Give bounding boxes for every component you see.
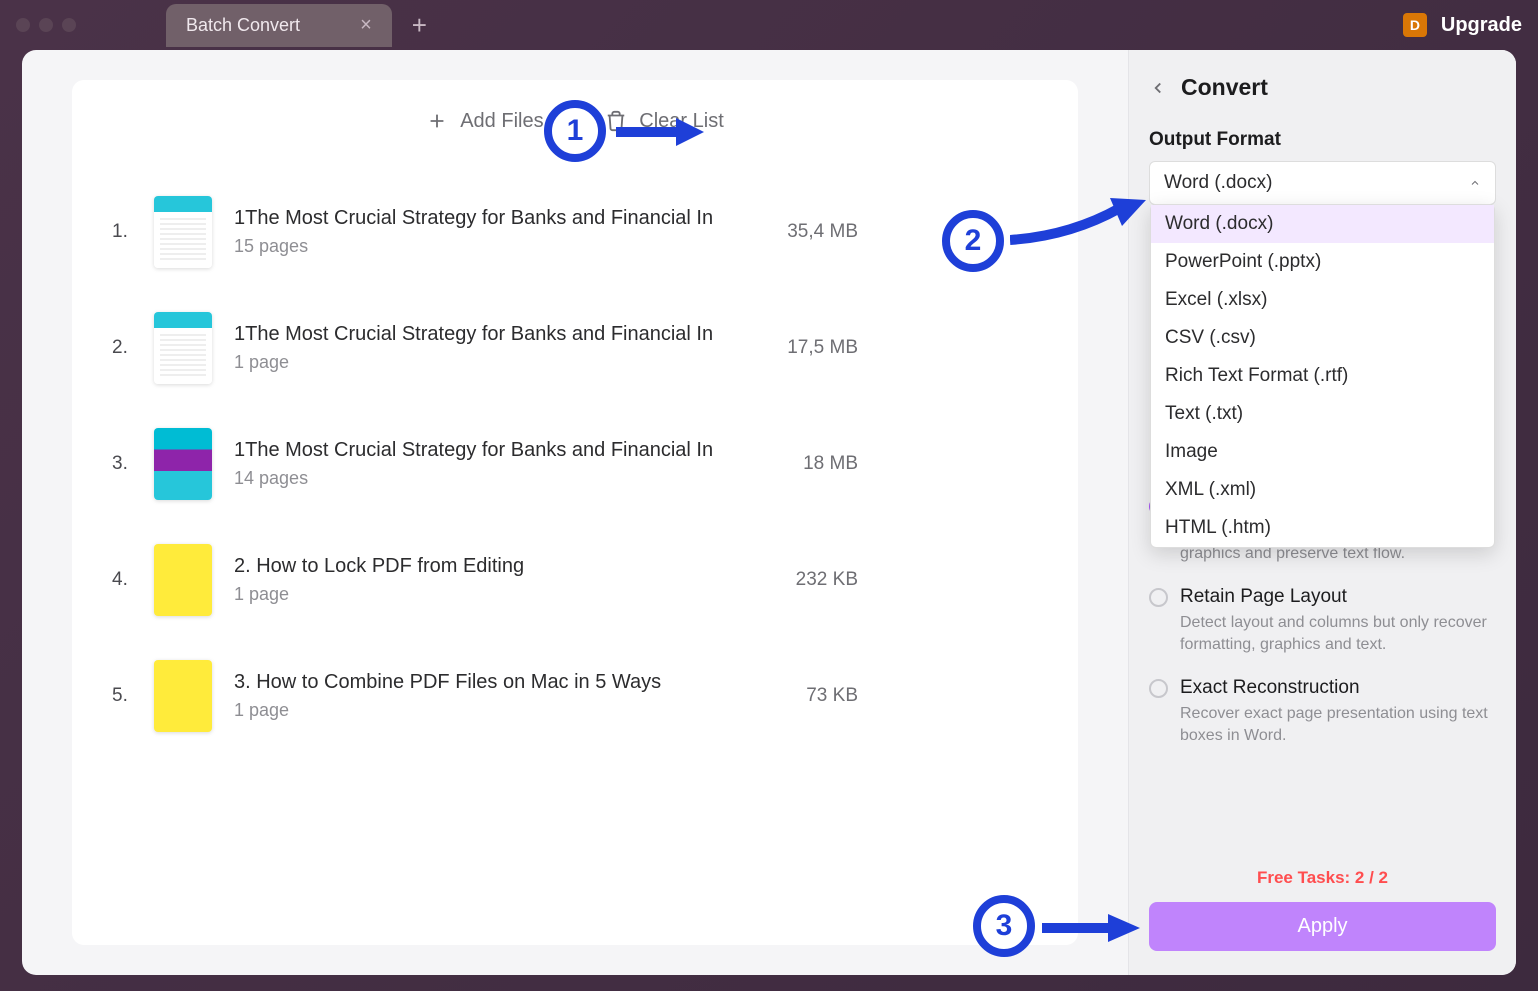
file-size: 18 MB	[803, 453, 858, 475]
file-row[interactable]: 3. 1The Most Crucial Strategy for Banks …	[112, 406, 1038, 522]
row-number: 1.	[112, 221, 132, 243]
file-pages: 15 pages	[234, 236, 765, 257]
format-option[interactable]: Text (.txt)	[1151, 395, 1494, 433]
minimize-window-icon[interactable]	[39, 18, 53, 32]
radio-description: Recover exact page presentation using te…	[1180, 703, 1496, 746]
apply-button[interactable]: Apply	[1149, 902, 1496, 951]
new-tab-button[interactable]: +	[412, 10, 427, 41]
file-row[interactable]: 5. 3. How to Combine PDF Files on Mac in…	[112, 638, 1038, 754]
file-size: 73 KB	[806, 685, 858, 707]
layout-radio-option[interactable]: Retain Page Layout Detect layout and col…	[1149, 586, 1496, 655]
annotation-3: 3	[973, 895, 1035, 957]
add-files-button[interactable]: Add Files	[426, 110, 543, 133]
close-window-icon[interactable]	[16, 18, 30, 32]
file-thumbnail	[154, 660, 212, 732]
row-number: 2.	[112, 337, 132, 359]
format-option[interactable]: Rich Text Format (.rtf)	[1151, 357, 1494, 395]
file-row[interactable]: 2. 1The Most Crucial Strategy for Banks …	[112, 290, 1038, 406]
format-option[interactable]: Word (.docx)	[1151, 205, 1494, 243]
format-option[interactable]: Excel (.xlsx)	[1151, 281, 1494, 319]
file-pages: 1 page	[234, 700, 784, 721]
file-info: 1The Most Crucial Strategy for Banks and…	[234, 439, 781, 489]
file-area: Add Files | Clear List 1. 1The Most Cruc…	[22, 50, 1128, 975]
back-icon[interactable]	[1149, 79, 1167, 97]
annotation-1: 1	[544, 100, 606, 162]
annotation-arrow-2	[1010, 196, 1150, 256]
radio-icon	[1149, 588, 1168, 607]
file-title: 2. How to Lock PDF from Editing	[234, 555, 774, 578]
file-info: 1The Most Crucial Strategy for Banks and…	[234, 207, 765, 257]
file-list-card: Add Files | Clear List 1. 1The Most Cruc…	[72, 80, 1078, 945]
convert-panel: Convert Output Format Word (.docx) Word …	[1128, 50, 1516, 975]
window-controls	[16, 18, 76, 32]
file-title: 1The Most Crucial Strategy for Banks and…	[234, 207, 765, 230]
file-pages: 1 page	[234, 352, 765, 373]
file-pages: 14 pages	[234, 468, 781, 489]
file-row[interactable]: 4. 2. How to Lock PDF from Editing 1 pag…	[112, 522, 1038, 638]
radio-description: Detect layout and columns but only recov…	[1180, 612, 1496, 655]
file-row[interactable]: 1. 1The Most Crucial Strategy for Banks …	[112, 174, 1038, 290]
file-thumbnail	[154, 312, 212, 384]
radio-label: Retain Page Layout	[1180, 586, 1496, 608]
tab-title: Batch Convert	[186, 15, 300, 36]
file-size: 35,4 MB	[787, 221, 858, 243]
tab-batch-convert[interactable]: Batch Convert ×	[166, 4, 392, 47]
user-avatar[interactable]: D	[1403, 13, 1427, 37]
upgrade-button[interactable]: Upgrade	[1441, 14, 1522, 37]
file-info: 2. How to Lock PDF from Editing 1 page	[234, 555, 774, 605]
file-size: 17,5 MB	[787, 337, 858, 359]
selected-format: Word (.docx)	[1164, 172, 1272, 194]
row-number: 3.	[112, 453, 132, 475]
output-format-select[interactable]: Word (.docx) Word (.docx)PowerPoint (.pp…	[1149, 161, 1496, 205]
file-title: 1The Most Crucial Strategy for Banks and…	[234, 439, 781, 462]
titlebar-right: D Upgrade	[1403, 13, 1522, 37]
layout-radio-option[interactable]: Exact Reconstruction Recover exact page …	[1149, 677, 1496, 746]
format-option[interactable]: XML (.xml)	[1151, 471, 1494, 509]
output-format-label: Output Format	[1149, 129, 1496, 151]
file-thumbnail	[154, 196, 212, 268]
maximize-window-icon[interactable]	[62, 18, 76, 32]
radio-label: Exact Reconstruction	[1180, 677, 1496, 699]
panel-title: Convert	[1181, 74, 1268, 101]
row-number: 4.	[112, 569, 132, 591]
format-option[interactable]: PowerPoint (.pptx)	[1151, 243, 1494, 281]
file-size: 232 KB	[796, 569, 858, 591]
radio-icon	[1149, 679, 1168, 698]
file-thumbnail	[154, 544, 212, 616]
format-option[interactable]: CSV (.csv)	[1151, 319, 1494, 357]
radio-text: Exact Reconstruction Recover exact page …	[1180, 677, 1496, 746]
add-files-label: Add Files	[460, 110, 543, 133]
format-option[interactable]: Image	[1151, 433, 1494, 471]
file-info: 3. How to Combine PDF Files on Mac in 5 …	[234, 671, 784, 721]
free-tasks-label: Free Tasks: 2 / 2	[1149, 868, 1496, 888]
format-option[interactable]: HTML (.htm)	[1151, 509, 1494, 547]
close-tab-icon[interactable]: ×	[360, 14, 372, 37]
titlebar: Batch Convert × + D Upgrade	[0, 0, 1538, 50]
annotation-arrow-3	[1042, 910, 1142, 950]
app-window: Add Files | Clear List 1. 1The Most Cruc…	[22, 50, 1516, 975]
file-info: 1The Most Crucial Strategy for Banks and…	[234, 323, 765, 373]
annotation-arrow-1	[616, 112, 706, 152]
plus-icon	[426, 110, 448, 132]
file-thumbnail	[154, 428, 212, 500]
annotation-2: 2	[942, 210, 1004, 272]
format-dropdown: Word (.docx)PowerPoint (.pptx)Excel (.xl…	[1150, 204, 1495, 548]
panel-header: Convert	[1149, 74, 1496, 101]
row-number: 5.	[112, 685, 132, 707]
file-pages: 1 page	[234, 584, 774, 605]
file-title: 3. How to Combine PDF Files on Mac in 5 …	[234, 671, 784, 694]
file-title: 1The Most Crucial Strategy for Banks and…	[234, 323, 765, 346]
radio-text: Retain Page Layout Detect layout and col…	[1180, 586, 1496, 655]
chevron-up-icon	[1469, 177, 1481, 189]
